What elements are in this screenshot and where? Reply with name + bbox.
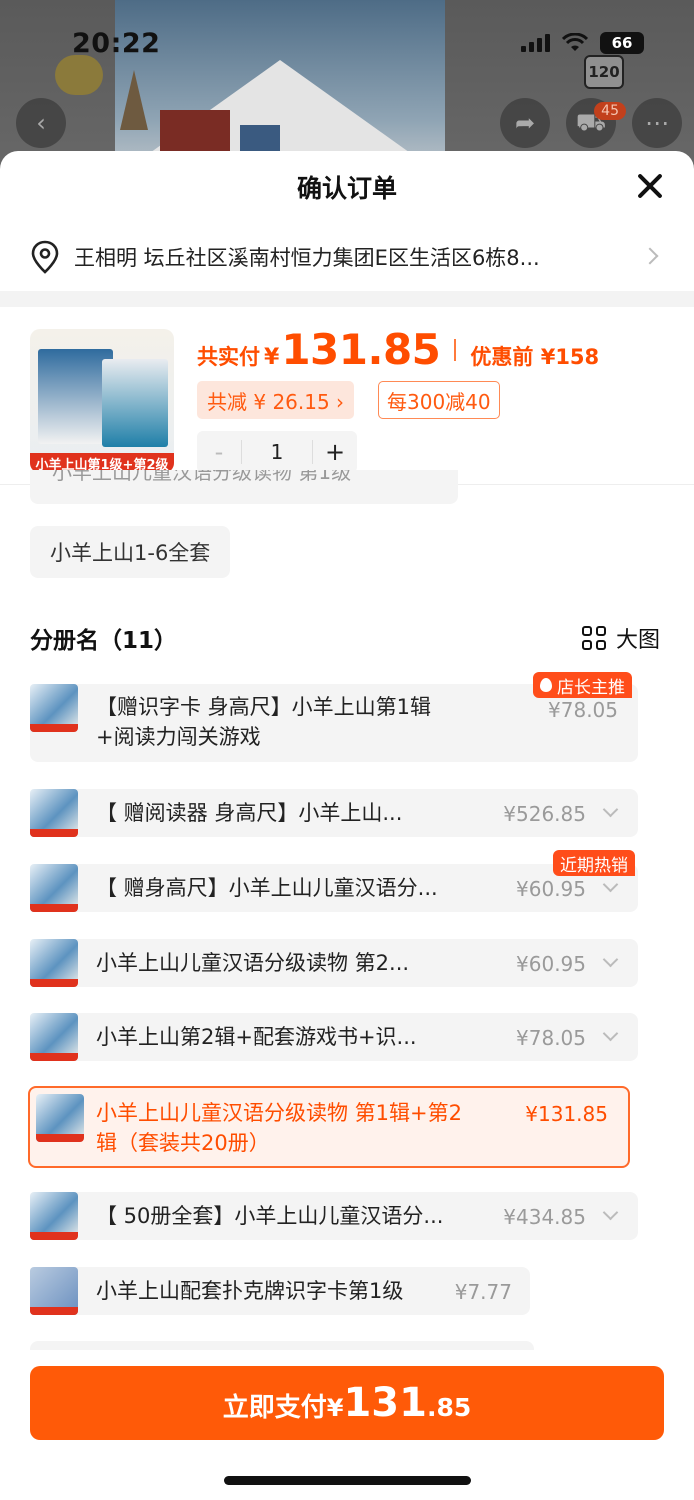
back-icon: ‹: [16, 98, 66, 148]
option-item[interactable]: 小羊上山儿童汉语分级读物 第2... ¥60.95: [30, 939, 638, 987]
option-name: 小羊上山儿童汉语分级读物 第2...: [96, 951, 410, 975]
status-icons: 66: [521, 32, 644, 54]
location-pin-icon: [31, 240, 59, 274]
pay-now-amount-int: 131: [343, 1380, 427, 1426]
grid-icon: [581, 626, 606, 650]
close-icon[interactable]: [632, 168, 668, 204]
option-price: ¥131.85: [525, 1102, 608, 1126]
home-indicator: [224, 1476, 471, 1485]
status-time: 20:22: [72, 28, 161, 59]
option-price: ¥7.77: [454, 1280, 512, 1304]
signal-icon: [521, 34, 550, 52]
quantity-value[interactable]: 1: [241, 440, 313, 464]
flame-icon: [540, 678, 552, 692]
option-chip-partial[interactable]: 小羊上山儿童汉语分级读物 第1级: [30, 470, 458, 504]
sheet-header: 确认订单: [0, 151, 694, 223]
quantity-stepper: - 1 +: [197, 431, 357, 473]
large-image-toggle[interactable]: 大图: [581, 622, 660, 654]
total-discount-tag[interactable]: 共减 ¥ 26.15 ›: [197, 381, 355, 419]
chevron-down-icon: [602, 801, 619, 818]
chevron-right-icon: [641, 247, 659, 265]
option-thumbnail: [30, 864, 78, 912]
large-image-label: 大图: [615, 628, 660, 653]
quantity-increase-button[interactable]: +: [313, 438, 357, 466]
option-thumbnail: [30, 1267, 78, 1315]
wifi-icon: [562, 33, 588, 51]
option-item[interactable]: 【 赠身高尺】小羊上山儿童汉语分... ¥60.95: [30, 864, 638, 912]
option-name: 小羊上山第2辑+配套游戏书+识...: [96, 1025, 417, 1049]
chevron-down-icon: [602, 876, 619, 893]
background-logo: [55, 55, 103, 95]
option-name-line2: +阅读力闯关游戏: [96, 725, 261, 749]
option-thumbnail: [30, 939, 78, 987]
quantity-decrease-button[interactable]: -: [197, 438, 241, 466]
recommend-badge: 店长主推: [533, 672, 632, 698]
price-separator: [454, 338, 457, 361]
more-icon: ⋯: [632, 98, 682, 148]
option-thumbnail: [36, 1094, 84, 1142]
promotion-tag: 每300减40: [378, 381, 500, 419]
option-price: ¥526.85: [503, 802, 586, 826]
cart-count-badge: 45: [594, 102, 626, 120]
price-line: 共实付 ¥ 131.85 优惠前 ¥158: [197, 325, 599, 374]
address-row[interactable]: 王相明 坛丘社区溪南村恒力集团E区生活区6栋8...: [0, 223, 694, 291]
price-before-discount: 优惠前 ¥158: [470, 345, 600, 369]
option-name: 【 50册全套】小羊上山儿童汉语分...: [96, 1204, 444, 1228]
pay-now-label: 立即支付: [222, 1393, 327, 1423]
pay-now-amount-dec: .85: [426, 1393, 472, 1422]
background-tree: [120, 70, 148, 130]
option-item[interactable]: 【 赠阅读器 身高尺】小羊上山... ¥526.85: [30, 789, 638, 837]
option-item-selected[interactable]: 小羊上山儿童汉语分级读物 第1辑+第2 辑（套装共20册） ¥131.85: [28, 1086, 630, 1168]
battery-icon: 66: [600, 32, 644, 54]
option-name: 小羊上山儿童汉语分级读物 第1辑+第2: [96, 1101, 462, 1125]
pay-now-button[interactable]: 立即支付 ¥ 131 .85: [30, 1366, 664, 1440]
chevron-down-icon: [602, 951, 619, 968]
hot-sale-badge: 近期热销: [553, 850, 635, 876]
sheet-title: 确认订单: [296, 174, 397, 203]
option-item[interactable]: 【 50册全套】小羊上山儿童汉语分... ¥434.85: [30, 1192, 638, 1240]
pay-label: 共实付: [197, 345, 260, 369]
option-price: ¥78.05: [516, 1026, 586, 1050]
option-item[interactable]: 小羊上山第2辑+配套游戏书+识... ¥78.05: [30, 1013, 638, 1061]
chevron-down-icon: [602, 1025, 619, 1042]
option-chip-label: 小羊上山儿童汉语分级读物 第1级: [52, 470, 352, 484]
option-thumbnail: [30, 1192, 78, 1240]
option-name: 【赠识字卡 身高尺】小羊上山第1辑: [96, 695, 432, 719]
option-thumbnail: [30, 789, 78, 837]
option-name: 【 赠身高尺】小羊上山儿童汉语分...: [96, 876, 438, 900]
section-title: 分册名（11）: [30, 628, 178, 654]
option-name: 【 赠阅读器 身高尺】小羊上山...: [96, 801, 403, 825]
option-price: ¥78.05: [548, 698, 618, 722]
option-name-line2: 辑（套装共20册）: [96, 1131, 270, 1155]
product-image[interactable]: 小羊上山第1级+第2级: [30, 329, 174, 473]
option-chip-full-set[interactable]: 小羊上山1-6全套: [30, 526, 231, 578]
pay-currency: ¥: [264, 345, 280, 370]
address-text: 王相明 坛丘社区溪南村恒力集团E区生活区6栋8...: [74, 246, 540, 270]
option-price: ¥60.95: [516, 877, 586, 901]
share-icon: ➦: [500, 98, 550, 148]
background-badge: 120: [584, 55, 624, 89]
option-thumbnail: [30, 1013, 78, 1061]
option-thumbnail: [30, 684, 78, 732]
pay-now-currency: ¥: [326, 1394, 344, 1422]
pay-amount: 131.85: [281, 325, 441, 374]
option-price: ¥434.85: [503, 1205, 586, 1229]
option-name: 小羊上山配套扑克牌识字卡第1级: [96, 1279, 404, 1303]
option-price: ¥60.95: [516, 952, 586, 976]
divider: [0, 291, 694, 307]
chevron-down-icon: [602, 1204, 619, 1221]
option-item[interactable]: 小羊上山配套扑克牌识字卡第1级 ¥7.77: [30, 1267, 530, 1315]
